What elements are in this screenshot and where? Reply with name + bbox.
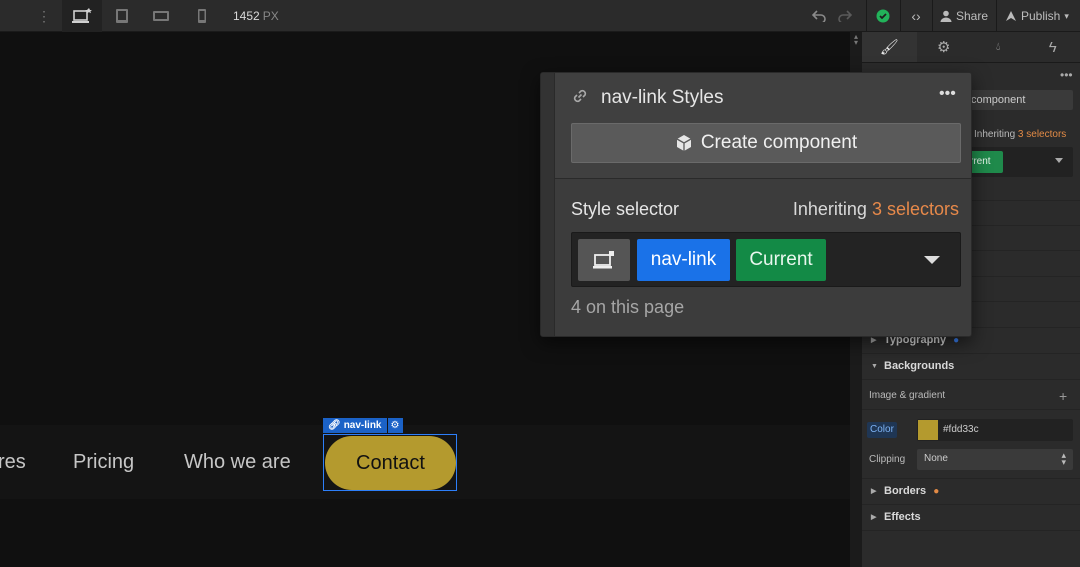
color-swatch[interactable]	[918, 420, 938, 440]
more-horizontal-icon[interactable]: •••	[1060, 68, 1073, 82]
modified-dot-icon: ●	[933, 485, 940, 497]
selection-tag-name: nav-link	[343, 420, 382, 431]
clipping-value: None	[924, 453, 948, 464]
mobile-landscape-breakpoint-button[interactable]	[141, 0, 181, 32]
link-icon	[571, 87, 589, 110]
contact-button-selected[interactable]: Contact	[323, 434, 457, 491]
popup-left-strip	[541, 73, 555, 336]
section-borders[interactable]: ▶ Borders ●	[862, 478, 1080, 504]
tab-style[interactable]: 🖌︎	[862, 32, 917, 62]
create-component-label: Create component	[700, 132, 858, 153]
chevron-right-icon: ▶	[871, 514, 877, 521]
nav-link-features[interactable]: res	[0, 451, 26, 474]
nav-link-who-we-are[interactable]: Who we are	[184, 451, 291, 474]
tab-settings[interactable]: ⚙	[917, 32, 972, 62]
on-page-count: 4 on this page	[571, 297, 685, 317]
clipping-select[interactable]: None ▴ ▾	[917, 449, 1073, 470]
selection-tag[interactable]: 🔗︎ nav-link ⚙	[323, 418, 403, 433]
nav-link-pricing[interactable]: Pricing	[73, 451, 134, 474]
chevron-down-icon[interactable]	[924, 256, 940, 264]
create-component-button[interactable]: Create component	[571, 123, 961, 163]
more-horizontal-icon[interactable]: •••	[939, 85, 956, 103]
inheriting-prefix: Inheriting	[974, 129, 1016, 140]
inheriting-text: Inheriting 3 selectors	[793, 199, 959, 220]
chevron-down-icon: ▼	[871, 362, 878, 370]
current-chip[interactable]: rrent	[967, 151, 1003, 173]
select-spinner-icon: ▴ ▾	[1061, 450, 1066, 467]
selection-tag-label: 🔗︎ nav-link	[323, 418, 387, 433]
image-gradient-label: Image & gradient	[869, 390, 946, 401]
component-cube-icon	[676, 135, 692, 151]
section-borders-label: Borders	[884, 485, 927, 497]
mobile-landscape-icon	[153, 11, 169, 21]
chevron-down-icon[interactable]	[1055, 158, 1063, 163]
selector-styles-popup: nav-link Styles ••• Create component Sty…	[540, 72, 972, 337]
canvas-width-value: 1452	[233, 9, 260, 23]
mobile-portrait-icon	[198, 9, 206, 23]
more-vertical-icon[interactable]: ⋮	[37, 8, 51, 24]
scroll-up-icon[interactable]: ▴ ▾	[852, 33, 860, 47]
plus-icon[interactable]: +	[1059, 388, 1067, 404]
section-backgrounds-label: Backgrounds	[884, 360, 955, 372]
color-label[interactable]: Color	[867, 422, 897, 438]
clipping-label: Clipping	[869, 454, 906, 465]
desktop-icon	[72, 8, 92, 23]
code-icon[interactable]: ‹›	[902, 0, 930, 32]
check-circle-icon[interactable]	[872, 0, 894, 32]
color-field[interactable]: #fdd33c	[917, 419, 1073, 441]
selector-chip-current[interactable]: Current	[736, 239, 826, 281]
undo-icon[interactable]	[809, 0, 829, 32]
inheriting-text: Inheriting 3 selectors	[974, 129, 1066, 140]
color-value[interactable]: #fdd33c	[943, 424, 979, 435]
selector-chip-nav-link[interactable]: nav-link	[637, 239, 730, 281]
chevron-right-icon: ▶	[871, 488, 877, 495]
lightning-icon: ϟ	[1048, 38, 1057, 56]
desktop-icon	[593, 251, 614, 269]
top-toolbar: ⋮ 1452 PX ‹› Share Publish ▾	[0, 0, 1080, 32]
mobile-portrait-breakpoint-button[interactable]	[182, 0, 222, 32]
gear-icon: ⚙	[937, 39, 951, 56]
selector-field[interactable]: rrent	[965, 147, 1073, 177]
publish-button[interactable]: Publish ▾	[1005, 0, 1069, 32]
canvas-width-unit: PX	[262, 9, 279, 23]
desktop-breakpoint-button[interactable]	[62, 0, 102, 32]
user-icon	[940, 10, 952, 22]
gear-icon[interactable]: ⚙	[387, 418, 403, 433]
style-selector-label: Style selector	[571, 199, 680, 219]
contact-button[interactable]: Contact	[325, 436, 456, 490]
redo-icon[interactable]	[835, 0, 855, 32]
section-effects[interactable]: ▶ Effects	[862, 504, 1080, 530]
link-icon: 🔗︎	[328, 420, 341, 431]
tablet-icon	[116, 9, 128, 23]
tablet-breakpoint-button[interactable]	[102, 0, 142, 32]
section-backgrounds[interactable]: ▼ Backgrounds	[862, 353, 1080, 379]
tab-style-manager[interactable]: 💧︎	[971, 32, 1026, 62]
publish-icon	[1006, 11, 1016, 21]
chevron-right-icon: ▶	[871, 337, 877, 344]
popup-title: nav-link Styles	[601, 87, 724, 108]
canvas-width-readout[interactable]: 1452 PX	[233, 9, 279, 23]
panel-tabs: 🖌︎ ⚙ 💧︎ ϟ	[862, 32, 1080, 63]
inheriting-prefix: Inheriting	[792, 199, 867, 219]
breakpoint-chip[interactable]	[578, 239, 630, 281]
selector-input[interactable]: component	[965, 90, 1073, 110]
publish-label: Publish	[1021, 9, 1061, 23]
tab-interactions[interactable]: ϟ	[1026, 32, 1080, 62]
brush-icon: 🖌︎	[879, 39, 899, 56]
drops-icon: 💧︎	[996, 40, 1001, 53]
selector-field[interactable]: nav-link Current	[571, 232, 961, 287]
section-effects-label: Effects	[884, 511, 921, 523]
inheriting-count[interactable]: 3 selectors	[1018, 129, 1066, 140]
share-button[interactable]: Share	[940, 0, 988, 32]
inheriting-count-link[interactable]: 3 selectors	[872, 199, 959, 219]
share-label: Share	[956, 9, 989, 23]
chevron-down-icon: ▾	[1064, 10, 1069, 21]
